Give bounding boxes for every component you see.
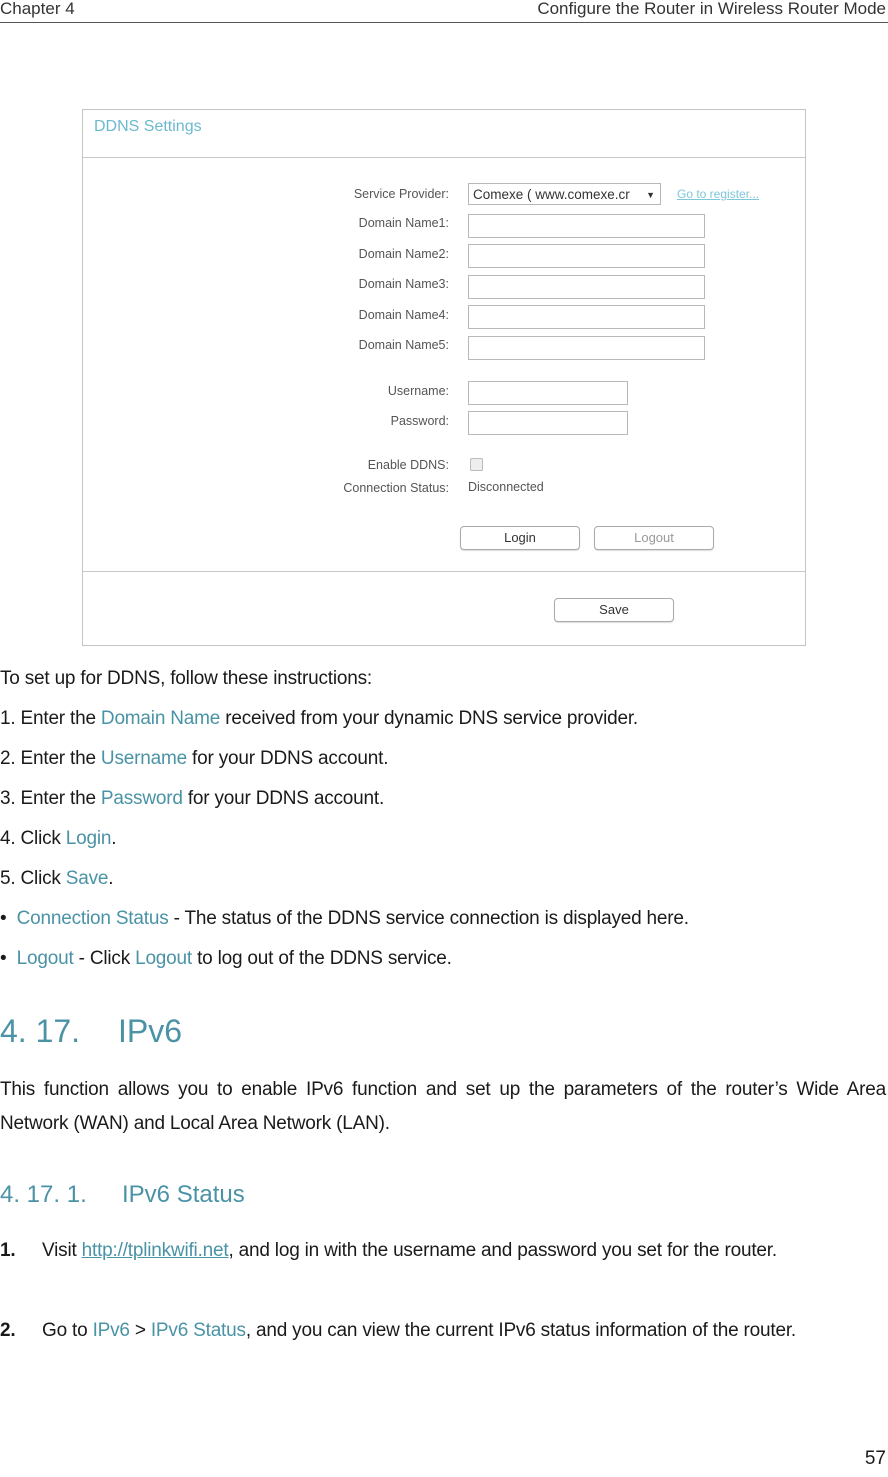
logout-button[interactable]: Logout [594,526,714,550]
step-text: for your DDNS account. [182,788,385,809]
step-highlight: Save [65,868,109,889]
menu-path-ipv6: IPv6 [92,1320,130,1341]
password-label: Password: [390,414,449,428]
section-heading: 4. 17. IPv6 [0,1013,182,1050]
section-number: 4. 17. [0,1013,81,1049]
chapter-title: Configure the Router in Wireless Router … [537,0,886,18]
service-provider-value: Comexe ( www.comexe.cr [473,187,630,202]
service-provider-select[interactable]: Comexe ( www.comexe.cr ▼ [468,183,661,205]
step-text: Visit [42,1240,82,1261]
step-text: for your DDNS account. [186,748,389,769]
domain-name1-input[interactable] [468,214,705,238]
connection-status-label: Connection Status: [343,481,449,495]
login-button[interactable]: Login [460,526,580,550]
instruction-step: 3. Enter the Password for your DDNS acco… [0,788,384,810]
step-body: Visit http://tplinkwifi.net, and log in … [42,1234,886,1268]
enable-ddns-checkbox[interactable] [470,458,483,471]
bullet-item: • Logout - Click Logout to log out of th… [0,948,452,970]
instructions-intro: To set up for DDNS, follow these instruc… [0,668,373,689]
instruction-step: 4. Click Login. [0,828,117,850]
divider [83,571,805,572]
step-highlight: Domain Name [100,708,221,729]
step-text: . [111,828,117,849]
step-text: 1. Enter the [0,708,101,729]
path-separator: > [129,1320,151,1341]
step-text: , and you can view the current IPv6 stat… [245,1320,796,1341]
subsection-step: 2. Go to IPv6 > IPv6 Status, and you can… [0,1314,886,1348]
subsection-number: 4. 17. 1. [0,1181,87,1208]
step-text: Go to [42,1320,93,1341]
step-text: 3. Enter the [0,788,101,809]
step-text: 4. Click [0,828,66,849]
panel-title: DDNS Settings [94,118,202,135]
step-highlight: Login [65,828,112,849]
bullet-icon: • [0,948,7,969]
domain-name3-label: Domain Name3: [358,277,449,291]
domain-name2-input[interactable] [468,244,705,268]
section-title: IPv6 [118,1013,183,1049]
connection-status-value: Disconnected [468,480,544,494]
bullet-text: - The status of the DDNS service connect… [168,908,689,929]
bullet-highlight: Logout [135,948,192,969]
enable-ddns-label: Enable DDNS: [367,458,449,472]
instruction-step: 5. Click Save. [0,868,114,890]
tplinkwifi-link[interactable]: http://tplinkwifi.net [82,1240,229,1261]
domain-name2-label: Domain Name2: [358,247,449,261]
domain-name4-label: Domain Name4: [358,308,449,322]
ddns-settings-panel: DDNS Settings Service Provider: Comexe (… [82,109,806,646]
step-text: . [108,868,114,889]
domain-name4-input[interactable] [468,305,705,329]
password-input[interactable] [468,411,628,435]
subsection-step: 1. Visit http://tplinkwifi.net, and log … [0,1234,886,1268]
instruction-step: 1. Enter the Domain Name received from y… [0,708,638,730]
bullet-highlight: Connection Status [16,908,169,929]
go-to-register-link[interactable]: Go to register... [677,187,759,201]
step-number: 1. [0,1240,16,1261]
bullet-text: to log out of the DDNS service. [192,948,452,969]
chapter-label: Chapter 4 [0,0,75,18]
subsection-title: IPv6 Status [122,1181,245,1208]
save-button[interactable]: Save [554,598,674,622]
domain-name5-input[interactable] [468,336,705,360]
step-text: received from your dynamic DNS service p… [220,708,639,729]
bullet-item: • Connection Status - The status of the … [0,908,689,930]
domain-name5-label: Domain Name5: [358,338,449,352]
section-description: This function allows you to enable IPv6 … [0,1079,886,1134]
domain-name1-label: Domain Name1: [358,216,449,230]
subsection-heading: 4. 17. 1. IPv6 Status [0,1181,245,1209]
domain-name3-input[interactable] [468,275,705,299]
step-highlight: Password [100,788,183,809]
dropdown-arrow-icon: ▼ [646,190,655,200]
step-text: 2. Enter the [0,748,101,769]
service-provider-label: Service Provider: [353,187,449,201]
step-text: , and log in with the username and passw… [228,1240,777,1261]
username-label: Username: [387,384,449,398]
instruction-step: 2. Enter the Username for your DDNS acco… [0,748,388,770]
page-number: 57 [864,1448,886,1469]
step-text: 5. Click [0,868,66,889]
bullet-text: - Click [73,948,136,969]
page-header: Chapter 4 Configure the Router in Wirele… [0,0,888,23]
step-body: Go to IPv6 > IPv6 Status, and you can vi… [42,1314,886,1348]
menu-path-ipv6-status: IPv6 Status [150,1320,246,1341]
step-number: 2. [0,1320,16,1341]
step-highlight: Username [100,748,187,769]
bullet-icon: • [0,908,7,929]
divider [83,157,805,158]
username-input[interactable] [468,381,628,405]
bullet-highlight: Logout [16,948,74,969]
